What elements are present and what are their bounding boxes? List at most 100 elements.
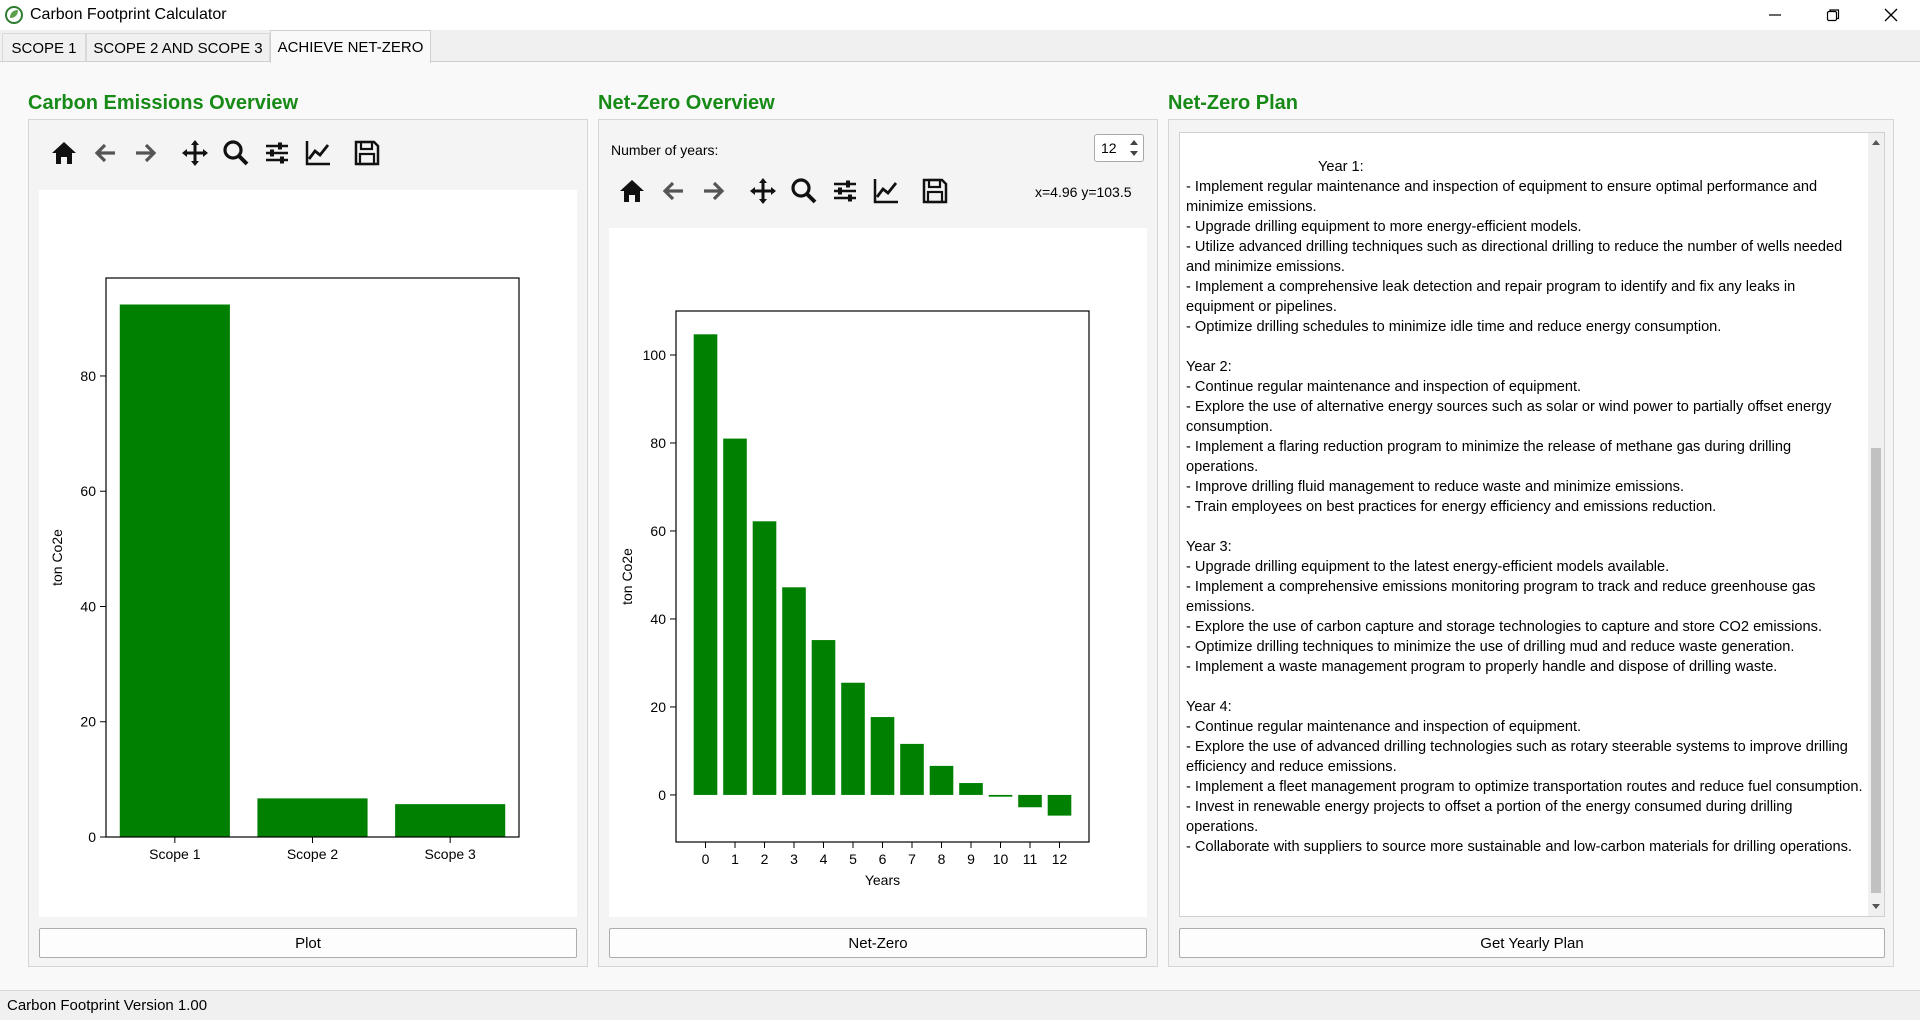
save-icon [354, 140, 379, 166]
forward-arrow-icon [135, 143, 156, 163]
tab-bar: SCOPE 1 SCOPE 2 AND SCOPE 3 ACHIEVE NET-… [0, 30, 1920, 63]
home-icon [619, 180, 644, 202]
configure-subplots-button[interactable] [824, 172, 865, 210]
y-tick-label: 0 [658, 787, 666, 803]
forward-button[interactable] [125, 134, 166, 172]
y-tick-label: 40 [650, 611, 666, 627]
x-tick-label: 1 [731, 851, 739, 867]
y-tick-label: 0 [88, 829, 96, 845]
bar-scope-3 [395, 804, 506, 837]
bar-6 [870, 717, 895, 795]
x-tick-label: 10 [993, 851, 1009, 867]
x-tick-label: Scope 3 [424, 846, 476, 862]
scrollbar-thumb[interactable] [1871, 448, 1881, 893]
x-tick-label: 12 [1052, 851, 1068, 867]
scroll-down-icon[interactable] [1870, 902, 1882, 912]
tab-content: Carbon Emissions Overview 0 20 40 60 80 Scope… [0, 61, 1920, 990]
y-tick-label: 20 [650, 699, 666, 715]
home-icon [51, 142, 76, 164]
plan-line: - Explore the use of advanced drilling t… [1186, 739, 1848, 775]
bar-4 [811, 640, 836, 795]
years-spinbox[interactable]: 12 [1094, 134, 1144, 162]
spin-up-icon[interactable] [1127, 137, 1141, 147]
plan-line: - Implement a comprehensive emissions mo… [1186, 579, 1816, 615]
plan-year-heading: Year 2: [1186, 359, 1232, 375]
plan-scrollbar[interactable] [1868, 133, 1884, 916]
tab-scope-2-and-3[interactable]: SCOPE 2 AND SCOPE 3 [86, 33, 270, 62]
pan-button[interactable] [742, 172, 783, 210]
years-value: 12 [1101, 140, 1117, 156]
plan-line: - Optimize drilling techniques to minimi… [1186, 639, 1795, 655]
plan-line: - Utilize advanced drilling techniques s… [1186, 239, 1843, 275]
x-tick-label: 6 [879, 851, 887, 867]
x-tick-label: 11 [1023, 851, 1038, 867]
plan-line: - Explore the use of carbon capture and … [1186, 619, 1823, 635]
forward-button[interactable] [693, 172, 734, 210]
plan-text-area[interactable]: Year 1: - Implement regular maintenance a… [1179, 132, 1885, 917]
restore-button[interactable] [1804, 0, 1862, 30]
configure-subplots-button[interactable] [256, 134, 297, 172]
x-tick-label: 4 [820, 851, 828, 867]
window-title: Carbon Footprint Calculator [30, 6, 227, 23]
pan-button[interactable] [174, 134, 215, 172]
emissions-bar-chart: 0 20 40 60 80 Scope 1 Scope 2 Scope 3 ton Co2e [49, 277, 520, 862]
bar-1 [723, 438, 747, 795]
emissions-panel: 0 20 40 60 80 Scope 1 Scope 2 Scope 3 ton Co2e P… [28, 119, 588, 967]
zoom-button[interactable] [783, 172, 824, 210]
plan-line: - Explore the use of alternative energy … [1186, 399, 1832, 435]
edit-axis-icon [873, 179, 898, 204]
emissions-plot-area: 0 20 40 60 80 Scope 1 Scope 2 Scope 3 ton Co2e [39, 190, 577, 917]
edit-axis-button[interactable] [865, 172, 906, 210]
spin-down-icon[interactable] [1127, 149, 1141, 159]
netzero-panel-title: Net-Zero Overview [598, 92, 775, 114]
back-button[interactable] [652, 172, 693, 210]
home-button[interactable] [611, 172, 652, 210]
bar-3 [782, 587, 806, 795]
y-tick-label: 100 [643, 347, 667, 363]
edit-axis-button[interactable] [297, 134, 338, 172]
y-tick-label: 60 [80, 483, 96, 499]
years-label: Number of years: [611, 142, 719, 158]
plan-line: - Improve drilling fluid management to r… [1186, 479, 1685, 495]
x-tick-label: 8 [938, 851, 946, 867]
plan-line: - Upgrade drilling equipment to more ene… [1186, 219, 1582, 235]
back-arrow-icon [662, 181, 683, 201]
edit-axis-icon [305, 141, 330, 166]
netzero-button[interactable]: Net-Zero [609, 928, 1147, 958]
status-bar: Carbon Footprint Version 1.00 [0, 990, 1920, 1020]
plan-text: Year 1: - Implement regular maintenance a… [1186, 157, 1866, 857]
tab-scope-1[interactable]: SCOPE 1 [2, 33, 86, 62]
close-button[interactable] [1862, 0, 1920, 30]
cursor-coordinates: x=4.96 y=103.5 [1035, 184, 1132, 200]
scroll-up-icon[interactable] [1870, 137, 1882, 147]
get-yearly-plan-button[interactable]: Get Yearly Plan [1179, 928, 1885, 958]
minimize-icon [1769, 14, 1781, 16]
save-figure-button[interactable] [914, 172, 955, 210]
plan-line: - Invest in renewable energy projects to… [1186, 799, 1793, 835]
plan-line: - Implement a comprehensive leak detecti… [1186, 279, 1796, 315]
zoom-button[interactable] [215, 134, 256, 172]
minimize-button[interactable] [1746, 0, 1804, 30]
back-button[interactable] [84, 134, 125, 172]
netzero-panel: Number of years: 12 x=4.96 y=103.5 0 20 40… [598, 119, 1158, 967]
plot-button[interactable]: Plot [39, 928, 577, 958]
bar-7 [900, 743, 924, 795]
plan-blank-line [1186, 677, 1866, 697]
tab-achieve-net-zero[interactable]: ACHIEVE NET-ZERO [270, 30, 431, 63]
x-tick-label: 3 [790, 851, 798, 867]
plan-line: - Implement a waste management program t… [1186, 659, 1778, 675]
bar-10 [988, 794, 1013, 797]
pan-icon [749, 178, 776, 204]
title-bar: Carbon Footprint Calculator [0, 0, 1920, 30]
plan-line: - Implement regular maintenance and insp… [1186, 179, 1818, 215]
save-figure-button[interactable] [346, 134, 387, 172]
bar-9 [959, 783, 983, 795]
bar-8 [929, 765, 954, 795]
plan-year-heading: Year 3: [1186, 539, 1232, 555]
plan-line: - Train employees on best practices for … [1186, 499, 1717, 515]
bar-scope-2 [257, 798, 368, 837]
emissions-panel-title: Carbon Emissions Overview [28, 92, 299, 114]
emissions-plot-toolbar [43, 134, 387, 172]
home-button[interactable] [43, 134, 84, 172]
pan-icon [181, 140, 208, 166]
